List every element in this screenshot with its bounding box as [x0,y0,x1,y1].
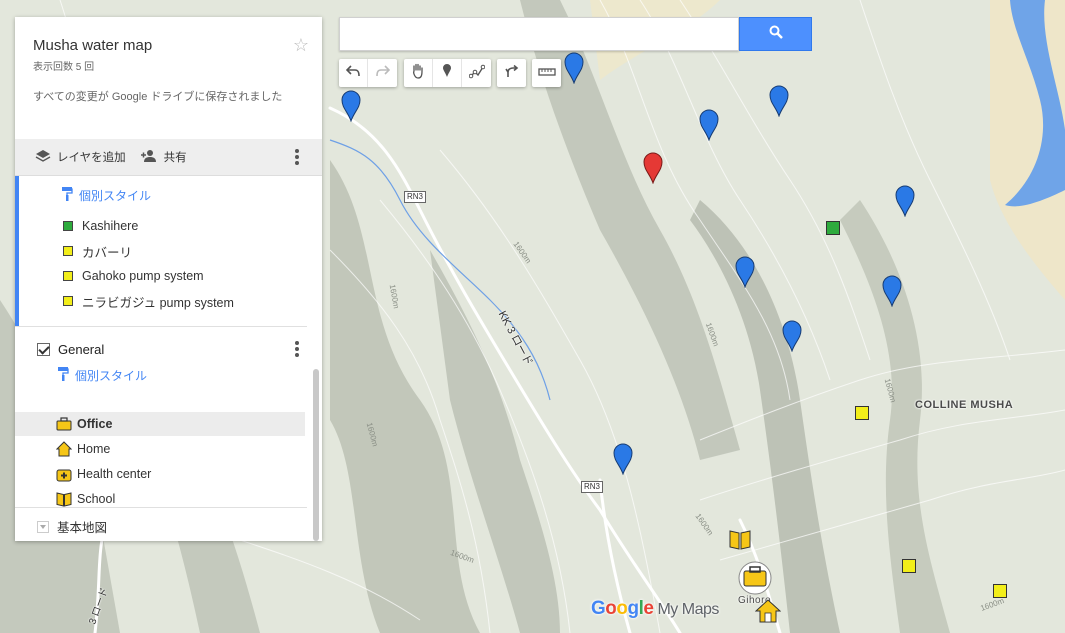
medical-kit-icon [55,465,73,483]
draw-line-button[interactable] [462,59,491,87]
view-count: 表示回数 5 回 [33,62,95,73]
road-shield-rn3: RN3 [404,191,427,203]
search-icon [769,25,783,44]
layer-water-systems: 個別スタイル Kashihere カバーリ Gahoko pump system… [15,176,315,326]
layer-divider [15,326,307,327]
map-pin-blue[interactable] [882,275,902,307]
map-title[interactable]: Musha water map [33,37,304,54]
legend-item-office[interactable]: Office [15,412,305,436]
color-swatch [63,246,73,256]
add-layer-label: レイヤを追加 [57,152,126,164]
color-swatch [63,221,73,231]
map-marker-yellow-square[interactable] [902,559,916,573]
paint-roller-icon [61,186,73,205]
legend-label: Home [77,442,111,456]
legend-item-gahoko[interactable]: Gahoko pump system [19,264,309,288]
color-swatch [63,271,73,281]
search-box[interactable] [339,17,739,51]
legend-label: Health center [77,467,152,481]
layer-general-label[interactable]: General [58,342,104,357]
map-pin-blue[interactable] [613,443,633,475]
redo-icon [375,64,390,82]
map-pin-blue[interactable] [564,52,584,84]
add-directions-button[interactable] [497,59,526,87]
map-side-panel: Musha water map ☆ 表示回数 5 回 すべての変更が Googl… [15,17,322,541]
google-my-maps-logo: Google My Maps [591,598,719,619]
briefcase-icon [55,415,73,433]
layers-list: 個別スタイル Kashihere カバーリ Gahoko pump system… [15,176,315,541]
color-swatch [63,296,73,306]
layer2-style-link[interactable]: 個別スタイル [57,366,147,385]
save-status: すべての変更が Google ドライブに保存されました [33,91,283,103]
map-pin-blue[interactable] [699,109,719,141]
map-pin-blue[interactable] [735,256,755,288]
briefcase-icon[interactable] [734,561,776,600]
map-marker-yellow-square[interactable] [993,584,1007,598]
legend-item-kabari[interactable]: カバーリ [19,239,309,263]
search-button[interactable] [739,17,812,51]
book-icon [55,490,73,508]
share-button[interactable]: 共有 [140,149,187,166]
map-pin-blue[interactable] [782,320,802,352]
add-person-icon [140,149,164,166]
share-label: 共有 [163,152,187,164]
search-input[interactable] [340,18,738,50]
legend-label: カバーリ [82,245,133,260]
add-layer-button[interactable]: レイヤを追加 [35,149,126,166]
map-marker-green-square[interactable] [826,221,840,235]
expand-arrow-icon [37,520,49,533]
layer-visibility-checkbox[interactable] [37,343,50,356]
map-marker-yellow-square[interactable] [855,406,869,420]
hand-icon [411,63,425,84]
draw-line-icon [468,63,485,84]
base-map-toggle[interactable]: 基本地図 [37,517,107,536]
layer-general-menu-button[interactable] [291,340,303,358]
panel-menu-button[interactable] [291,148,303,166]
legend-label: School [77,492,116,506]
house-icon [55,440,73,458]
legend-label: ニラビガジュ pump system [82,295,234,310]
legend-label: Gahoko pump system [82,269,204,283]
place-label-colline-musha: COLLINE MUSHA [915,399,1014,411]
redo-button[interactable] [368,59,397,87]
legend-label: Kashihere [82,219,139,233]
ruler-icon [537,64,556,82]
directions-group [497,59,526,87]
layer1-style-link[interactable]: 個別スタイル [61,186,151,205]
layer-general-title: General [37,342,104,357]
undo-button[interactable] [339,59,368,87]
book-icon[interactable] [728,527,752,556]
map-pin-red[interactable] [643,152,663,184]
select-hand-button[interactable] [404,59,433,87]
legend-item-kashihere[interactable]: Kashihere [19,214,309,238]
undo-redo-group [339,59,397,87]
draw-tools-group [404,59,491,87]
legend-label: Office [77,417,113,431]
layer-divider [15,507,307,508]
panel-header: Musha water map ☆ 表示回数 5 回 すべての変更が Googl… [15,17,322,139]
legend-item-home[interactable]: Home [15,437,305,461]
star-icon[interactable]: ☆ [293,35,309,56]
panel-actions-bar: レイヤを追加 共有 [15,139,322,176]
layers-icon [35,149,57,166]
base-map-label: 基本地図 [57,521,108,535]
road-shield-rn3: RN3 [581,481,604,493]
add-marker-button[interactable] [433,59,462,87]
map-pin-blue[interactable] [341,90,361,122]
map-pin-blue[interactable] [895,185,915,217]
house-icon[interactable] [754,598,782,629]
undo-icon [345,64,360,82]
marker-icon [442,63,452,83]
paint-roller-icon [57,366,69,385]
legend-item-health-center[interactable]: Health center [15,462,305,486]
measure-group [532,59,561,87]
directions-icon [504,64,519,83]
panel-scrollbar[interactable] [313,369,319,541]
map-pin-blue[interactable] [769,85,789,117]
legend-item-nirabigaju[interactable]: ニラビガジュ pump system [19,289,309,313]
measure-button[interactable] [532,59,561,87]
